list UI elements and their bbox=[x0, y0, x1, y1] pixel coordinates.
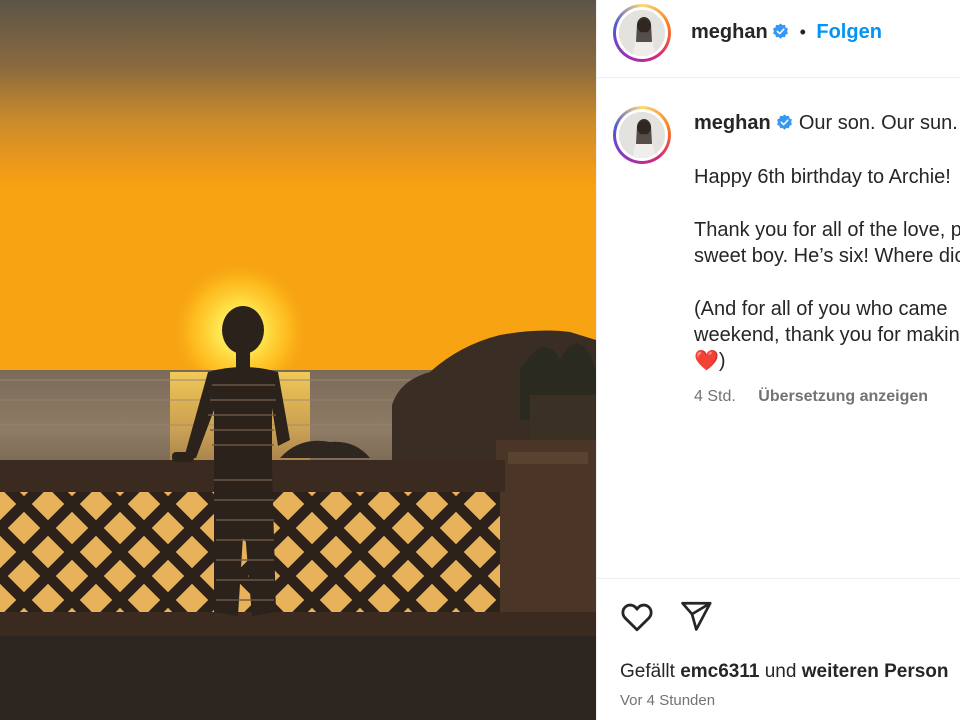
liker-username[interactable]: emc6311 bbox=[680, 661, 759, 682]
action-bar: Gefällt emc6311 und weiteren Person Vor … bbox=[597, 578, 960, 720]
avatar[interactable] bbox=[613, 4, 671, 62]
verified-badge-icon bbox=[777, 114, 793, 130]
follow-button[interactable]: Folgen bbox=[816, 21, 882, 43]
caption-title: Our son. Our sun. bbox=[798, 112, 958, 134]
translate-button[interactable]: Übersetzung anzeigen bbox=[758, 388, 928, 405]
caption-username[interactable]: meghan bbox=[694, 112, 771, 134]
caption-line-2: Thank you for all of the love, p bbox=[694, 219, 960, 241]
caption-line-3: sweet boy. He’s six! Where dic bbox=[694, 245, 960, 267]
likes-others-link[interactable]: weiteren Person bbox=[802, 661, 949, 682]
caption-line-4: (And for all of you who came bbox=[694, 298, 948, 320]
likes-and: und bbox=[764, 661, 797, 682]
caption-meta: 4 Std. Übersetzung anzeigen bbox=[694, 388, 928, 406]
post-timestamp: Vor 4 Stunden bbox=[620, 692, 716, 709]
caption-avatar[interactable] bbox=[613, 106, 671, 164]
post-header: meghan • Folgen bbox=[597, 0, 960, 78]
caption-line-5: weekend, thank you for makin bbox=[694, 324, 960, 346]
username[interactable]: meghan bbox=[691, 21, 768, 43]
post-caption: meghan Our son. Our sun. Happy 6th birth… bbox=[694, 110, 960, 374]
verified-badge-icon bbox=[773, 23, 789, 39]
post-age: 4 Std. bbox=[694, 388, 736, 405]
post-side-panel: meghan • Folgen meghan Our son. Our sun. bbox=[596, 0, 960, 720]
caption-line-6: ) bbox=[718, 350, 726, 372]
likes-line: Gefällt emc6311 und weiteren Person bbox=[620, 661, 949, 683]
paper-plane-icon[interactable] bbox=[679, 599, 713, 633]
heart-emoji: ❤️ bbox=[694, 350, 719, 372]
likes-prefix: Gefällt bbox=[620, 661, 675, 682]
caption-line-1: Happy 6th birthday to Archie! bbox=[694, 166, 951, 188]
heart-outline-icon[interactable] bbox=[619, 599, 655, 635]
separator-dot: • bbox=[799, 22, 806, 42]
post-photo bbox=[0, 0, 596, 720]
